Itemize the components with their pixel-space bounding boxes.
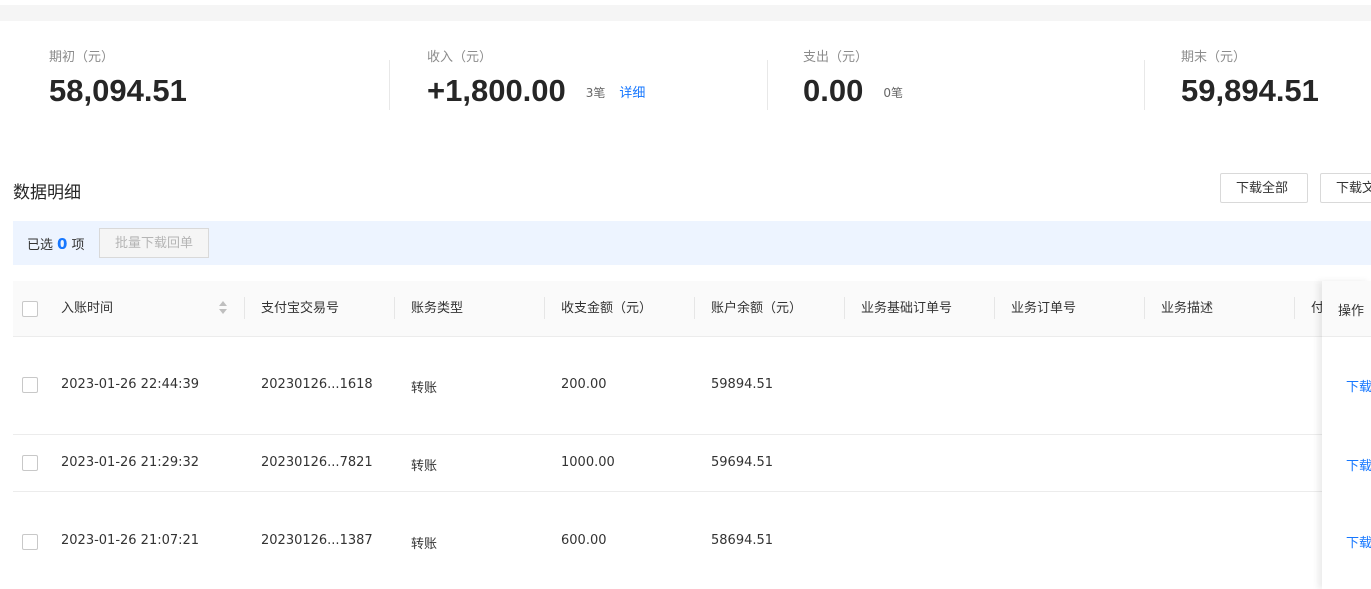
- selection-bar: 已选 0 项 批量下载回单: [13, 221, 1371, 265]
- cell-time: 2023-01-26 21:07:21: [61, 533, 200, 548]
- action-header-label: 操作: [1338, 304, 1365, 319]
- stat-closing-value: 59,894.51: [1181, 73, 1319, 108]
- stat-expense-count: 0笔: [883, 86, 903, 100]
- stat-opening-label: 期初（元）: [49, 50, 115, 65]
- row-download-link[interactable]: 下载: [1346, 376, 1371, 395]
- select-all-checkbox[interactable]: [22, 301, 38, 317]
- col-base-order-no: 业务基础订单号: [861, 301, 953, 316]
- col-description: 业务描述: [1161, 301, 1214, 316]
- col-separator: [694, 297, 695, 319]
- col-time[interactable]: 入账时间: [61, 281, 113, 336]
- table-row: 2023-01-26 21:29:32 20230126...7821 转账 1…: [13, 435, 1371, 492]
- cell-type: 转账: [411, 381, 438, 396]
- cell-balance: 59894.51: [711, 377, 774, 392]
- table-row: 2023-01-26 21:07:21 20230126...1387 转账 6…: [13, 492, 1371, 589]
- section-title: 数据明细: [13, 183, 81, 203]
- sort-icon[interactable]: [218, 301, 228, 315]
- divider: [1144, 60, 1145, 110]
- stat-income-count: 3笔: [585, 86, 606, 100]
- col-separator: [544, 297, 545, 319]
- col-separator: [1144, 297, 1145, 319]
- selection-prefix: 已选: [27, 238, 54, 253]
- stat-closing: 期末（元） 59,894.51: [1181, 46, 1319, 109]
- action-column-header: 操作: [1322, 281, 1371, 337]
- stat-opening-value: 58,094.51: [49, 73, 187, 108]
- cell-time: 2023-01-26 22:44:39: [61, 377, 200, 392]
- selection-suffix: 项: [71, 238, 85, 253]
- col-separator: [994, 297, 995, 319]
- col-order-no: 业务订单号: [1011, 301, 1077, 316]
- col-separator: [1294, 297, 1295, 319]
- stat-expense: 支出（元） 0.00 0笔: [803, 46, 903, 109]
- col-separator: [844, 297, 845, 319]
- cell-amount: 600.00: [561, 533, 607, 548]
- cell-time: 2023-01-26 21:29:32: [61, 455, 200, 470]
- table-row: 2023-01-26 22:44:39 20230126...1618 转账 2…: [13, 336, 1371, 435]
- download-other-button[interactable]: 下载文: [1320, 173, 1371, 203]
- download-all-button[interactable]: 下载全部: [1220, 173, 1308, 203]
- cell-balance: 58694.51: [711, 533, 774, 548]
- cell-trade-no: 20230126...7821: [261, 455, 373, 470]
- table-header: 入账时间 支付宝交易号 账务类型 收支金额（元） 账户余额（元） 业务基础订单号…: [13, 281, 1371, 337]
- stat-income-value-line: +1,800.00 3笔 详细: [427, 73, 645, 109]
- stat-expense-label: 支出（元）: [803, 50, 869, 65]
- cell-amount: 200.00: [561, 377, 607, 392]
- cell-balance: 59694.51: [711, 455, 774, 470]
- col-separator: [394, 297, 395, 319]
- cell-type: 转账: [411, 459, 438, 474]
- col-separator: [244, 297, 245, 319]
- cell-trade-no: 20230126...1618: [261, 377, 373, 392]
- stat-income-label: 收入（元）: [427, 50, 493, 65]
- col-type: 账务类型: [411, 301, 464, 316]
- batch-download-button[interactable]: 批量下载回单: [99, 228, 210, 258]
- stat-expense-value-line: 0.00 0笔: [803, 73, 903, 109]
- cell-type: 转账: [411, 537, 438, 552]
- stat-expense-value: 0.00: [803, 73, 864, 108]
- row-checkbox[interactable]: [22, 377, 38, 393]
- action-column: 操作 下载 下载 下载: [1322, 281, 1371, 589]
- income-detail-link[interactable]: 详细: [619, 86, 645, 101]
- stat-income: 收入（元） +1,800.00 3笔 详细: [427, 46, 645, 109]
- col-trade-no: 支付宝交易号: [261, 301, 340, 316]
- row-checkbox[interactable]: [22, 455, 38, 471]
- col-amount: 收支金额（元）: [561, 301, 653, 316]
- stat-closing-label: 期末（元）: [1181, 50, 1247, 65]
- stat-opening: 期初（元） 58,094.51: [49, 46, 187, 109]
- divider: [389, 60, 390, 110]
- top-bar: [0, 5, 1371, 21]
- row-checkbox[interactable]: [22, 534, 38, 550]
- stat-income-value: +1,800.00: [427, 73, 566, 108]
- selection-count: 0: [57, 235, 68, 253]
- row-download-link[interactable]: 下载: [1346, 532, 1371, 551]
- row-download-link[interactable]: 下载: [1346, 455, 1371, 474]
- selection-text: 已选 0 项: [27, 234, 84, 253]
- cell-trade-no: 20230126...1387: [261, 533, 373, 548]
- col-balance: 账户余额（元）: [711, 301, 803, 316]
- divider: [767, 60, 768, 110]
- cell-amount: 1000.00: [561, 455, 615, 470]
